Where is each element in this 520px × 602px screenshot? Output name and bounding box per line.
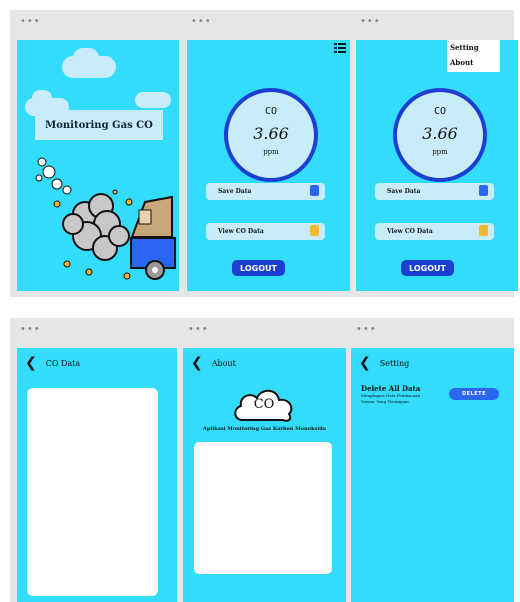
star-decoration: ☆ bbox=[199, 250, 212, 266]
star-decoration: ☆ bbox=[391, 448, 404, 464]
star-decoration: ☆ bbox=[484, 90, 497, 106]
menu-item-about[interactable]: About bbox=[447, 55, 500, 70]
co-data-screen: ❮ CO Data ☆ bbox=[17, 348, 177, 602]
star-decoration: ☆ bbox=[366, 54, 379, 70]
view-co-data-button[interactable]: View CO Data bbox=[206, 223, 325, 240]
star-decoration: ☆ bbox=[315, 90, 328, 106]
chevron-left-icon[interactable]: ❮ bbox=[359, 355, 371, 371]
setting-screen: ❮ Setting Delete All Data Menghapus Data… bbox=[351, 348, 514, 602]
pollution-illustration bbox=[35, 157, 176, 280]
save-data-label: Save Data bbox=[218, 188, 252, 195]
about-content-panel bbox=[194, 442, 332, 574]
save-icon bbox=[479, 185, 488, 196]
page-title: CO Data bbox=[45, 358, 81, 368]
star-decoration: ☆ bbox=[368, 250, 381, 266]
view-co-data-label: View CO Data bbox=[218, 228, 264, 235]
splash-screen: Monitoring Gas CO bbox=[17, 40, 179, 291]
page-title: About bbox=[211, 358, 236, 368]
star-decoration: ☆ bbox=[476, 240, 489, 256]
about-screen: ❮ About CO Aplikasi Monitoring Gas Karbo… bbox=[183, 348, 346, 602]
gas-label: CO bbox=[264, 106, 278, 117]
frame-handle: ••• bbox=[20, 16, 41, 27]
menu-item-setting[interactable]: Setting bbox=[447, 40, 500, 55]
star-decoration: ☆ bbox=[307, 240, 320, 256]
frame-handle: ••• bbox=[191, 16, 212, 27]
gas-label: CO bbox=[433, 106, 447, 117]
star-decoration: ☆ bbox=[372, 160, 385, 176]
star-decoration: ☆ bbox=[375, 578, 388, 594]
home-menu-screen: ☆ ☆ ☆ ☆ ☆ Setting About CO 3.66 ppm Save… bbox=[356, 40, 518, 291]
gas-reading-gauge: CO 3.66 ppm bbox=[224, 88, 318, 182]
logout-button[interactable]: LOGOUT bbox=[401, 260, 454, 276]
list-menu-icon[interactable] bbox=[334, 42, 346, 54]
document-icon bbox=[310, 225, 319, 236]
overflow-menu: Setting About bbox=[447, 40, 500, 72]
view-co-data-label: View CO Data bbox=[387, 228, 433, 235]
delete-description-line2: Sensor Yang Tersimpan bbox=[361, 399, 409, 404]
home-screen: ☆ ☆ ☆ ☆ ☆ CO 3.66 ppm Save Data View CO … bbox=[187, 40, 350, 291]
delete-description-line1: Menghapus Data Pembacaan bbox=[361, 393, 421, 398]
gas-reading-unit: ppm bbox=[263, 148, 279, 156]
star-decoration: ☆ bbox=[197, 54, 210, 70]
star-decoration: ☆ bbox=[203, 160, 216, 176]
frame-handle: ••• bbox=[356, 324, 377, 335]
bottom-board: ••• ••• ••• ❮ CO Data ☆ ❮ About CO Aplik… bbox=[10, 318, 514, 602]
co-data-list bbox=[27, 388, 158, 596]
frame-handle: ••• bbox=[20, 324, 41, 335]
cloud-icon bbox=[32, 90, 52, 106]
document-icon bbox=[479, 225, 488, 236]
app-name: Aplikasi Monitoring Gas Karbon Monoksida bbox=[202, 426, 327, 432]
star-decoration: ☆ bbox=[475, 518, 488, 534]
logo-text: CO bbox=[253, 397, 275, 412]
screen-header: ❮ Setting bbox=[359, 355, 409, 371]
app-title: Monitoring Gas CO bbox=[35, 110, 163, 140]
save-data-button[interactable]: Save Data bbox=[375, 183, 494, 200]
gas-reading-unit: ppm bbox=[432, 148, 448, 156]
gas-reading-gauge: CO 3.66 ppm bbox=[393, 88, 487, 182]
delete-button[interactable]: DELETE bbox=[449, 388, 499, 400]
cloud-icon bbox=[73, 48, 99, 68]
chevron-left-icon[interactable]: ❮ bbox=[191, 355, 203, 371]
delete-heading: Delete All Data bbox=[361, 384, 421, 393]
star-decoration: ☆ bbox=[365, 498, 378, 514]
frame-handle: ••• bbox=[188, 324, 209, 335]
gas-reading-value: 3.66 bbox=[253, 124, 289, 143]
save-data-label: Save Data bbox=[387, 188, 421, 195]
save-icon bbox=[310, 185, 319, 196]
chevron-left-icon[interactable]: ❮ bbox=[25, 355, 37, 371]
cloud-icon bbox=[135, 92, 171, 108]
save-data-button[interactable]: Save Data bbox=[206, 183, 325, 200]
view-co-data-button[interactable]: View CO Data bbox=[375, 223, 494, 240]
screen-header: ❮ About bbox=[191, 355, 236, 371]
screen-header: ❮ CO Data bbox=[25, 355, 80, 371]
gas-reading-value: 3.66 bbox=[422, 124, 458, 143]
frame-handle: ••• bbox=[360, 16, 381, 27]
top-board: ••• ••• ••• Monitoring Gas CO ☆ ☆ ☆ ☆ ☆ … bbox=[10, 10, 518, 297]
logout-button[interactable]: LOGOUT bbox=[232, 260, 285, 276]
page-title: Setting bbox=[379, 358, 410, 368]
